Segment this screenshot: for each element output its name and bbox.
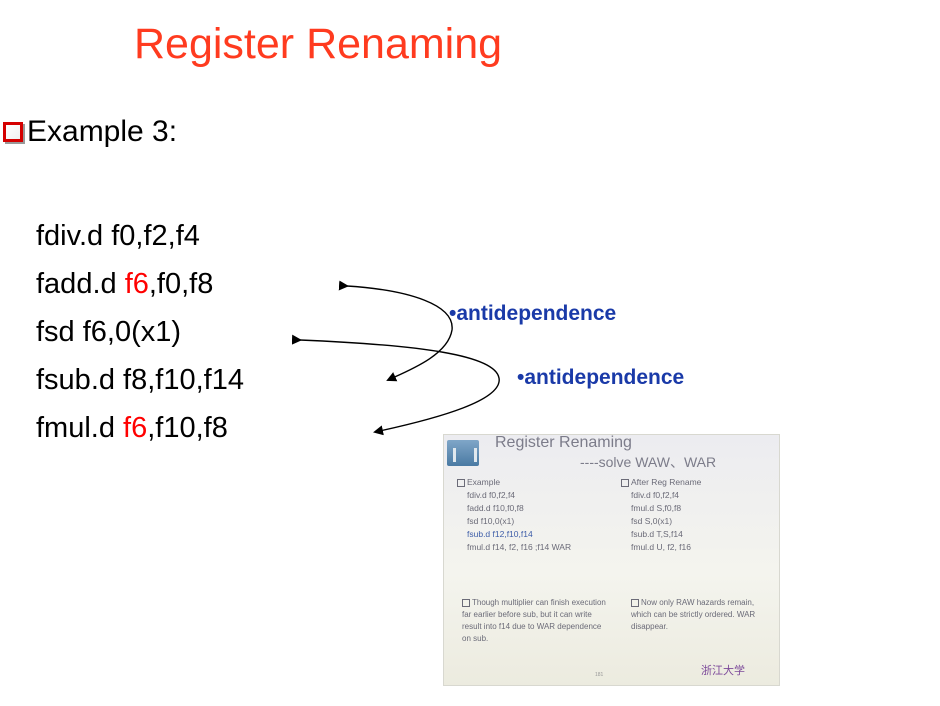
highlighted-register: f6 [124,268,149,300]
photo-right-note: Now only RAW hazards remain, which can b… [631,597,771,633]
university-logo: 浙江大学 [701,665,745,677]
photo-renamed-column: After Reg Rename fdiv.d f0,f2,f4 fmul.d … [621,476,701,554]
instruction-line: fsub.d f8,f10,f14 [36,356,244,404]
photo-left-line: fsub.d f12,f10,f14 [467,529,533,539]
arrow-fadd-to-fsub [338,280,453,382]
photo-subtitle: ----solve WAW、WAR [580,454,717,470]
photo-page-number: 181 [595,672,604,678]
instruction-text: fsub.d f8,f10,f14 [36,364,244,396]
photo-example-column: Example fdiv.d f0,f2,f4 fadd.d f10,f0,f8… [457,476,571,554]
photo-right-line: fdiv.d f0,f2,f4 [631,490,680,500]
instruction-text: fadd.d [36,268,125,300]
photo-left-note: Though multiplier can finish execution f… [462,597,612,645]
photo-right-header: After Reg Rename [621,476,701,489]
instruction-text: fmul.d [36,412,124,444]
instruction-line: fadd.d f6,f0,f8 [36,260,244,308]
photo-right-line: fmul.d U, f2, f16 [631,542,691,552]
instruction-text: ,f10,f8 [147,412,228,444]
instruction-line: fmul.d f6,f10,f8 [36,404,244,452]
slide-title: Register Renaming [134,20,503,68]
instruction-text: fsd f6,0(x1) [36,316,182,348]
photo-left-header: Example [457,476,571,489]
building-logo-icon [447,440,479,466]
photo-left-line: fdiv.d f0,f2,f4 [467,490,516,500]
example-label: Example 3: [27,115,178,148]
highlighted-register: f6 [123,412,148,444]
photo-right-line: fsub.d T,S,f14 [631,529,683,539]
arrow-fsd-to-fmul [291,334,500,436]
photo-right-line: fmul.d S,f0,f8 [631,503,682,513]
instruction-text: fdiv.d f0,f2,f4 [36,220,200,252]
photo-left-line: fsd f10,0(x1) [467,516,515,526]
photo-left-line: fmul.d f14, f2, f16 ;f14 WAR [467,542,572,552]
instruction-text: ,f0,f8 [148,268,214,300]
antidependence-label-2: •antidependence [517,366,685,389]
photo-left-line: fadd.d f10,f0,f8 [467,503,524,513]
instruction-line: fsd f6,0(x1) [36,308,244,356]
embedded-slide-photo: Register Renaming ----solve WAW、WAR Exam… [443,434,780,686]
instruction-list: fdiv.d f0,f2,f4 fadd.d f6,f0,f8 fsd f6,0… [36,212,244,452]
photo-right-line: fsd S,0(x1) [631,516,673,526]
example-bullet: Example 3: [0,115,177,149]
instruction-line: fdiv.d f0,f2,f4 [36,212,244,260]
photo-title: Register Renaming [495,434,632,451]
antidependence-label-1: •antidependence [449,302,617,325]
checkbox-bullet-icon [3,122,23,142]
